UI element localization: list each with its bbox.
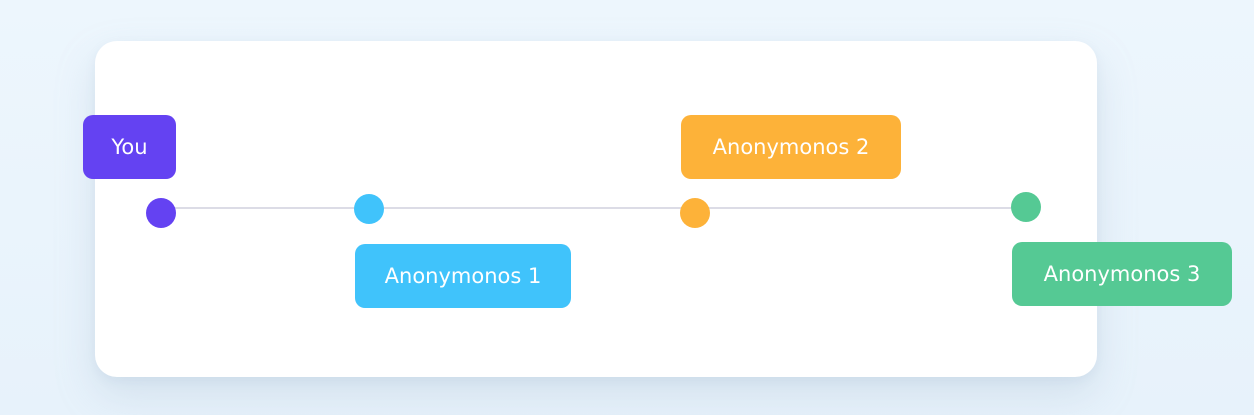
participant-label-anonymonos-3[interactable]: Anonymonos 3: [1012, 242, 1232, 306]
timeline-card: [95, 41, 1097, 377]
marker-you[interactable]: [146, 198, 176, 228]
marker-anonymonos-2[interactable]: [680, 198, 710, 228]
participant-label-anonymonos-1[interactable]: Anonymonos 1: [355, 244, 571, 308]
timeline-track: [161, 207, 1026, 209]
marker-anonymonos-1[interactable]: [354, 194, 384, 224]
marker-anonymonos-3[interactable]: [1011, 192, 1041, 222]
participant-label-you[interactable]: You: [83, 115, 176, 179]
participant-label-anonymonos-2[interactable]: Anonymonos 2: [681, 115, 901, 179]
